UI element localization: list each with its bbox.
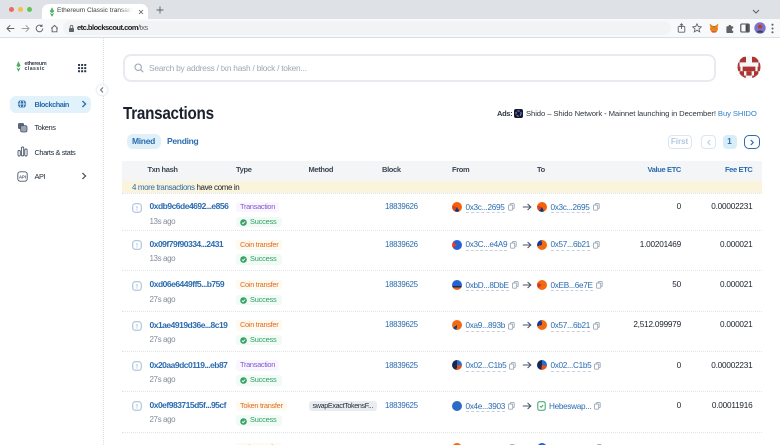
svg-text:API: API (19, 174, 26, 179)
